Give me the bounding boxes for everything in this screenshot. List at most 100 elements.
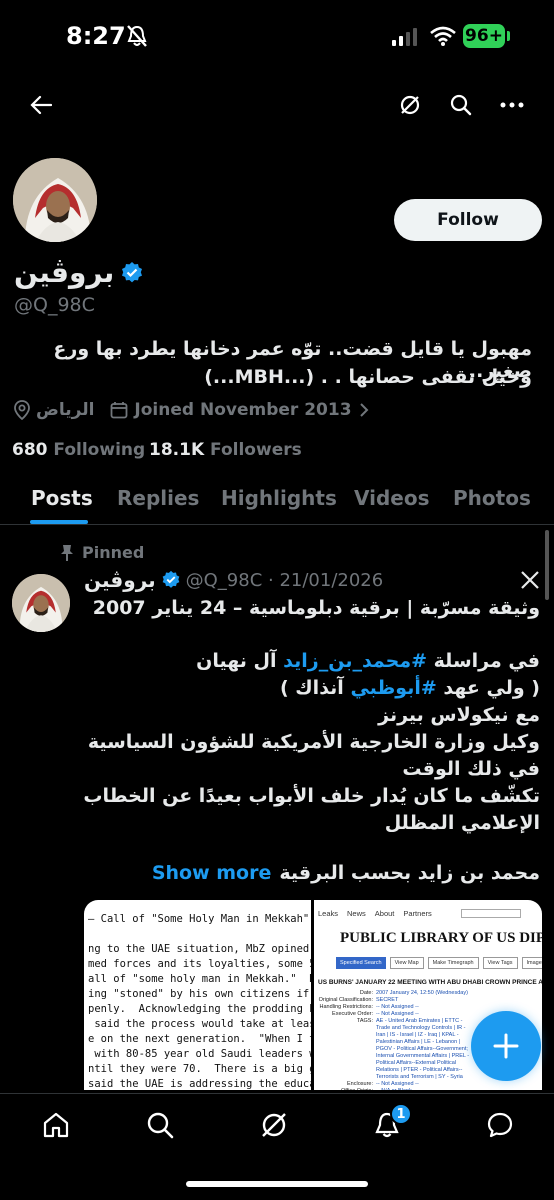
- messages-icon[interactable]: [481, 1106, 519, 1144]
- post-text-line-1: وثيقة مسرّبة | برقية دبلوماسية – 24 يناي…: [92, 597, 540, 619]
- cable-field-value: SECRET: [376, 997, 399, 1003]
- post-text-line-4: مع نيكولاس بيرنز: [378, 704, 540, 726]
- grok-icon[interactable]: [392, 88, 428, 122]
- post-text-9: محمد بن زايد بحسب البرقية: [279, 862, 540, 884]
- verified-badge-icon: [120, 261, 144, 285]
- profile-name: بروڤين: [14, 256, 115, 289]
- profile-name-row: بروڤين: [14, 256, 144, 289]
- tab-highlights[interactable]: Highlights: [221, 486, 337, 510]
- profile-avatar[interactable]: [10, 155, 100, 245]
- following-count: 680: [12, 440, 48, 460]
- post-text-2b: آل نهيان: [196, 650, 284, 672]
- cable-field-row: Original Classification: SECRET: [314, 997, 542, 1004]
- follow-button[interactable]: Follow: [394, 199, 542, 241]
- cable-field-key: Executive Order:: [332, 1011, 373, 1017]
- bell-slash-icon: [126, 24, 148, 48]
- hashtag-link[interactable]: #أبوظبي: [350, 677, 436, 699]
- media-image-left[interactable]: – Call of "Some Holy Man in Mekkah" ng t…: [84, 900, 311, 1090]
- cable-field-key: Office Origin:: [314, 1088, 376, 1090]
- location-pin-icon: [14, 400, 30, 420]
- bio-line-2: وخيل تقفى حصانها . . (...MBH...): [204, 366, 532, 388]
- show-more-link[interactable]: Show more: [152, 862, 272, 884]
- post-text-line-2: في مراسلة #محمد_بن_زايد آل نهيان: [80, 650, 540, 672]
- cable-line: ntil they were 70. There is a big gap in: [88, 1063, 311, 1075]
- followers-link[interactable]: 18.1K Followers: [149, 440, 302, 460]
- profile-handle: @Q_98C: [14, 294, 95, 316]
- post-text-2a: في مراسلة: [427, 650, 540, 672]
- search-nav-icon[interactable]: [141, 1106, 179, 1144]
- followers-count: 18.1K: [149, 440, 205, 460]
- plus-icon: [493, 1033, 519, 1059]
- hashtag-link[interactable]: #محمد_بن_زايد: [283, 650, 427, 672]
- cable-field-row: Enclosure: -- Not Assigned --: [314, 1081, 542, 1088]
- tab-videos[interactable]: Videos: [354, 486, 430, 510]
- cable-line: [88, 927, 311, 942]
- tab-photos[interactable]: Photos: [453, 486, 531, 510]
- cable-field-value: -- N/A or Blank --: [376, 1088, 471, 1090]
- status-time: 8:27: [66, 22, 126, 50]
- cable-field-value: 2007 January 24, 12:50 (Wednesday): [376, 990, 468, 996]
- search-box: [460, 909, 521, 918]
- back-arrow-icon[interactable]: [22, 88, 60, 122]
- cable-field-key: Original Classification:: [318, 997, 373, 1003]
- cable-line: with 80-85 year old Saudi leaders who ne…: [94, 1048, 311, 1060]
- compose-button[interactable]: [471, 1011, 541, 1081]
- search-icon[interactable]: [443, 88, 479, 122]
- cable-line: – Call of "Some Holy Man in Mekkah": [88, 913, 310, 925]
- nav-item: Partners: [403, 909, 432, 918]
- nav-item: Leaks: [318, 909, 339, 918]
- joined-text: Joined November 2013: [134, 400, 352, 420]
- cable-line: said the process would take at least 20 …: [94, 1018, 311, 1030]
- chevron-right-icon[interactable]: [358, 402, 370, 418]
- cable-field-value: -- Not Assigned --: [376, 1004, 419, 1010]
- home-icon[interactable]: [37, 1106, 75, 1144]
- cable-field-row: Office Origin:-- N/A or Blank --: [314, 1088, 542, 1090]
- nav-item: About: [374, 909, 395, 918]
- media-buttons: Specified Search View Map Make Timegraph…: [314, 947, 542, 969]
- post-text-line-7: تكشّف ما كان يُدار خلف الأبواب بعيدًا عن…: [83, 785, 540, 807]
- location-text: الرياض: [36, 400, 95, 420]
- cable-line: said the UAE is addressing the education…: [88, 1078, 311, 1090]
- post-author-name[interactable]: بروڤين: [84, 568, 156, 592]
- post-text-line-3: ( ولي عهد #أبوظبي آنذاك ): [80, 677, 540, 699]
- cable-line: ng to the UAE situation, MbZ opined that…: [88, 943, 310, 955]
- post-handle-date: @Q_98C · 21/01/2026: [185, 569, 384, 591]
- scrollbar[interactable]: [545, 530, 549, 600]
- home-indicator: [186, 1181, 368, 1187]
- following-link[interactable]: 680 Following: [12, 440, 145, 460]
- cable-field-value: AE - United Arab Emirates | ETTC - Trade…: [376, 1018, 470, 1080]
- tab-replies[interactable]: Replies: [117, 486, 199, 510]
- media-button: Make Timegraph: [427, 957, 479, 969]
- cable-field-value: -- Not Assigned --: [376, 1081, 419, 1087]
- more-options-icon[interactable]: [494, 88, 530, 122]
- cable-line: e on the next generation. "When I travel: [88, 1033, 311, 1045]
- pinned-label: Pinned: [82, 543, 145, 562]
- cable-field-key: Handling Restrictions:: [319, 1004, 374, 1010]
- wifi-icon: [430, 26, 456, 46]
- media-button: View Map: [389, 957, 424, 969]
- pin-icon: [60, 544, 74, 562]
- post-text-3a: ( ولي عهد: [436, 677, 540, 699]
- media-headline: US BURNS' JANUARY 22 MEETING WITH ABU DH…: [318, 979, 542, 986]
- cable-line: penly. Acknowledging the prodding by the: [88, 1003, 311, 1015]
- grok-nav-icon[interactable]: [255, 1106, 293, 1144]
- post-text-line-6: في ذلك الوقت: [402, 758, 540, 780]
- cable-field-key: TAGS:: [356, 1018, 373, 1024]
- cable-field-value: -- Not Assigned --: [376, 1011, 419, 1017]
- profile-meta-row: الرياض Joined November 2013: [14, 400, 370, 420]
- tab-posts[interactable]: Posts: [31, 486, 93, 510]
- post-text-line-9: Show more محمد بن زايد بحسب البرقية: [152, 862, 540, 884]
- verified-badge-icon: [161, 570, 181, 590]
- post-text-line-8: الإعلامي المظلل: [384, 812, 540, 834]
- post-author-avatar[interactable]: [12, 574, 70, 632]
- cable-field-row: Date: 2007 January 24, 12:50 (Wednesday): [314, 990, 542, 997]
- media-button: Image Lib: [521, 957, 542, 969]
- cable-text: – Call of "Some Holy Man in Mekkah" ng t…: [88, 912, 311, 1090]
- cable-field-key: Enclosure:: [347, 1081, 373, 1087]
- battery-tip: [507, 31, 510, 41]
- media-nav: Leaks News About Partners: [314, 900, 542, 918]
- notification-badge: 1: [390, 1103, 412, 1125]
- signal-icon: [392, 28, 418, 46]
- followers-label: Followers: [210, 440, 302, 460]
- nav-item: News: [347, 909, 366, 918]
